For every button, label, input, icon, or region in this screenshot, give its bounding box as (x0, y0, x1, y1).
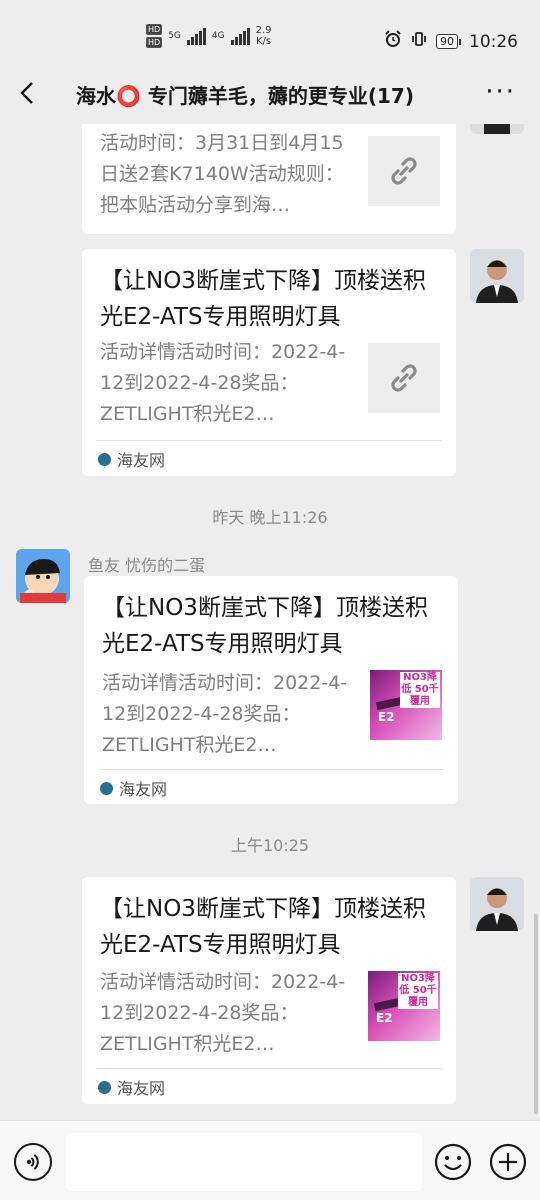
back-button[interactable] (14, 78, 44, 108)
timestamp: 昨天 晚上11:26 (212, 508, 328, 527)
chat-message-list[interactable]: 活动时间：3月31日到4月15日送2套K7140W活动规则：把本贴活动分享到海…… (0, 124, 540, 1120)
scrollbar[interactable] (534, 914, 538, 1114)
more-options-button[interactable]: ··· (485, 79, 516, 105)
sender-name: 鱼友 忧伤的二蛋 (88, 556, 206, 575)
signal-icon (186, 27, 206, 45)
link-icon (391, 157, 417, 185)
hd-badge-1: HD (146, 24, 163, 35)
link-thumbnail (368, 136, 440, 206)
vibrate-icon (410, 30, 428, 53)
link-card-message[interactable]: 【让NO3断崖式下降】顶楼送积光E2-ATS专用照明灯具 活动详情活动时间：20… (82, 877, 456, 1104)
voice-icon (26, 1154, 39, 1170)
chat-title: 海水⭕ 专门薅羊毛，薅的更专业(17) (76, 84, 414, 108)
link-card-message[interactable]: 活动时间：3月31日到4月15日送2套K7140W活动规则：把本贴活动分享到海… (82, 124, 456, 234)
link-card-description: 活动详情活动时间：2022-4-12到2022-4-28奖品：ZETLIGHT积… (102, 672, 348, 756)
emoji-icon (434, 1143, 472, 1181)
link-card-description: 活动详情活动时间：2022-4-12到2022-4-28奖品：ZETLIGHT积… (100, 971, 346, 1055)
source-logo-icon (98, 452, 111, 466)
chevron-left-icon (20, 82, 33, 104)
emoji-button[interactable] (434, 1143, 472, 1181)
network-type-5g: 5G (168, 31, 181, 41)
timestamp: 上午10:25 (230, 836, 310, 855)
link-thumbnail-image: NO3降低 50千覆用 E2 (370, 670, 442, 740)
link-card-title: 【让NO3断崖式下降】顶楼送积光E2-ATS专用照明灯具 (102, 595, 428, 657)
clock: 10:26 (469, 31, 518, 52)
link-card-description: 活动时间：3月31日到4月15日送2套K7140W活动规则：把本贴活动分享到海… (100, 132, 344, 216)
link-thumbnail (368, 343, 440, 413)
network-type-4g: 4G (211, 31, 225, 41)
more-functions-button[interactable] (489, 1143, 527, 1181)
link-icon (391, 364, 417, 392)
avatar-self[interactable] (470, 877, 524, 931)
link-card-title: 【让NO3断崖式下降】顶楼送积光E2-ATS专用照明灯具 (100, 268, 426, 330)
signal-icon-2 (230, 27, 250, 45)
network-indicators: HD HD 5G 4G 2.9 K/s (146, 24, 272, 48)
chat-header: 海水⭕ 专门薅羊毛，薅的更专业(17) ··· (0, 66, 540, 124)
source-logo-icon (100, 781, 113, 795)
avatar-self[interactable] (470, 124, 524, 134)
link-card-title: 【让NO3断崖式下降】顶楼送积光E2-ATS专用照明灯具 (100, 896, 426, 958)
link-thumbnail-image: NO3降低 50千覆用 E2 (368, 971, 440, 1041)
system-indicators: 90 10:26 (384, 30, 518, 53)
avatar-sender[interactable] (16, 549, 70, 603)
link-card-message[interactable]: 【让NO3断崖式下降】顶楼送积光E2-ATS专用照明灯具 活动详情活动时间：20… (82, 249, 456, 476)
battery-icon: 90 (436, 34, 461, 49)
alarm-icon (384, 30, 402, 53)
avatar-self[interactable] (470, 249, 524, 303)
message-input[interactable] (66, 1133, 422, 1191)
voice-input-button[interactable] (14, 1143, 52, 1181)
link-card-message[interactable]: 【让NO3断崖式下降】顶楼送积光E2-ATS专用照明灯具 活动详情活动时间：20… (84, 576, 458, 804)
message-input-bar (0, 1120, 540, 1200)
hd-badge-2: HD (146, 37, 163, 48)
link-card-source: 海友网 (100, 776, 167, 800)
plus-icon (489, 1143, 527, 1181)
link-card-source: 海友网 (98, 447, 165, 471)
network-speed: 2.9 K/s (255, 25, 272, 47)
link-card-description: 活动详情活动时间：2022-4-12到2022-4-28奖品：ZETLIGHT积… (100, 341, 346, 425)
link-card-source: 海友网 (98, 1075, 165, 1099)
source-logo-icon (98, 1080, 111, 1094)
